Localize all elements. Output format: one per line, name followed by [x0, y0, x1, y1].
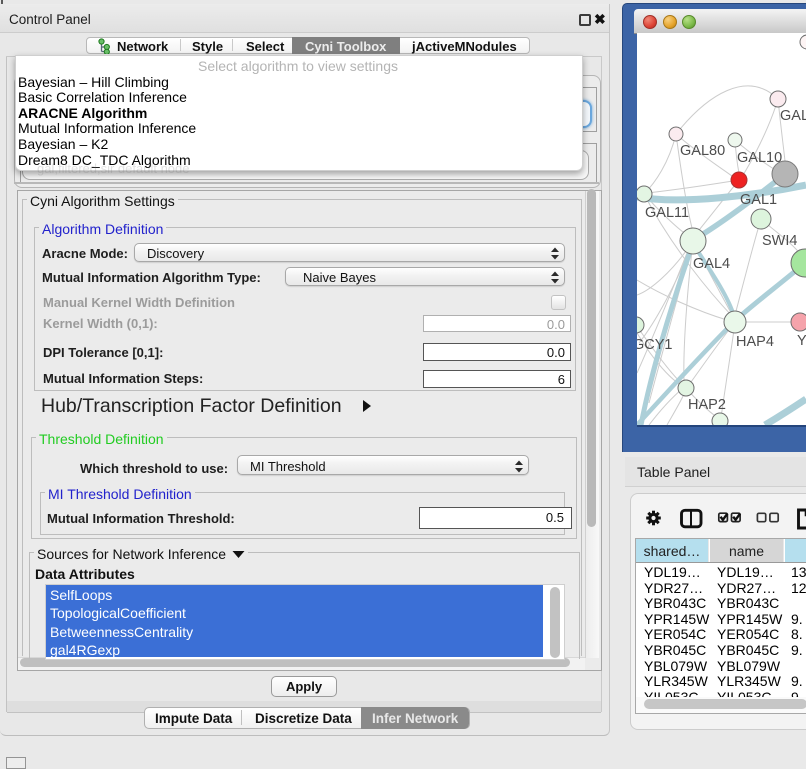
svg-text:HAP4: HAP4	[736, 334, 774, 350]
svg-text:GAL80: GAL80	[680, 143, 725, 159]
svg-text:GAL10: GAL10	[737, 150, 782, 166]
svg-text:GAL7: GAL7	[780, 108, 806, 124]
svg-text:SWI4: SWI4	[762, 233, 797, 249]
svg-text:GAL11: GAL11	[645, 205, 689, 221]
svg-text:GAL1: GAL1	[740, 192, 777, 208]
svg-text:GCY1: GCY1	[637, 337, 673, 353]
svg-text:GAL4: GAL4	[693, 256, 730, 272]
svg-text:Y: Y	[797, 333, 806, 349]
svg-text:HAP2: HAP2	[688, 397, 726, 413]
